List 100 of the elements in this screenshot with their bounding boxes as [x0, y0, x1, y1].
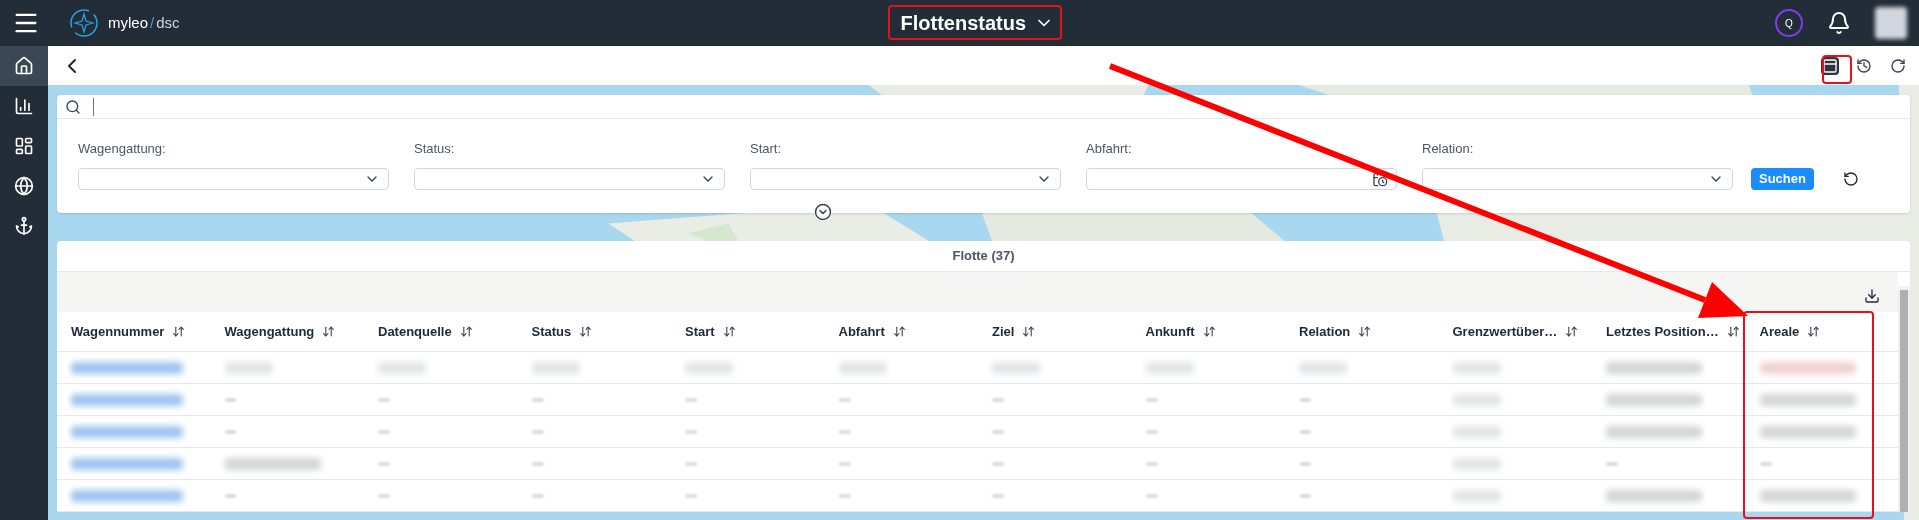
globe-icon: [14, 176, 34, 196]
avatar[interactable]: [1875, 7, 1907, 39]
brand-name: myleo: [108, 12, 148, 33]
redacted-text: [1145, 461, 1158, 466]
column-header[interactable]: Ziel: [992, 321, 1015, 342]
brand-separator: /: [150, 12, 155, 33]
bell-icon[interactable]: [1827, 11, 1851, 35]
redacted-text: [378, 397, 390, 402]
sort-icon[interactable]: [1726, 325, 1740, 338]
sort-icon[interactable]: [892, 325, 906, 338]
download-icon[interactable]: [1864, 288, 1880, 304]
sort-icon[interactable]: [459, 325, 473, 338]
redacted-text: [685, 397, 697, 402]
calendar-icon: [1372, 170, 1388, 187]
redacted-text: [1145, 429, 1158, 434]
redacted-text: [1299, 461, 1311, 466]
redacted-text: [1606, 461, 1618, 466]
redacted-text: [838, 361, 887, 374]
filter-label: Start:: [750, 140, 783, 158]
redacted-text: [685, 361, 733, 374]
brand-suffix: dsc: [156, 12, 180, 33]
column-header[interactable]: Areale: [1759, 321, 1800, 342]
select-field[interactable]: [78, 167, 389, 190]
date-field[interactable]: [1086, 167, 1397, 190]
redacted-text: [685, 429, 697, 434]
sort-icon[interactable]: [322, 325, 336, 338]
redacted-text: [378, 361, 426, 374]
redacted-text: [838, 429, 851, 434]
redacted-text: [1452, 393, 1501, 406]
column-header[interactable]: Abfahrt: [838, 321, 885, 342]
search-icon: [65, 98, 81, 115]
filter-label: Status:: [414, 140, 456, 158]
redacted-text: [378, 429, 390, 434]
sort-icon[interactable]: [722, 325, 736, 338]
redacted-text: [1299, 361, 1347, 374]
column-header[interactable]: Letztes Position…: [1606, 321, 1719, 342]
column-header[interactable]: Start: [685, 321, 715, 342]
filter-label: Wagengattung:: [78, 140, 167, 158]
column-header[interactable]: Grenzwertüber…: [1452, 321, 1558, 342]
history-icon[interactable]: [1855, 56, 1873, 75]
redacted-text: [838, 397, 851, 402]
redacted-text: [992, 397, 1004, 402]
redacted-text: [992, 429, 1004, 434]
redacted-text: [378, 493, 390, 498]
select-field[interactable]: [750, 167, 1061, 190]
redacted-text: [1452, 425, 1501, 438]
user-badge[interactable]: Q: [1775, 9, 1803, 37]
reset-icon[interactable]: [1842, 170, 1859, 187]
sort-icon[interactable]: [1358, 325, 1372, 338]
select-field[interactable]: [414, 167, 725, 190]
sort-icon[interactable]: [1807, 325, 1821, 338]
column-header[interactable]: Wagennummer: [71, 321, 165, 342]
redacted-text: [531, 397, 544, 402]
redacted-text: [531, 493, 544, 498]
scrollbar[interactable]: [1898, 286, 1910, 512]
redacted-text: [1145, 361, 1194, 374]
redacted-text: [1759, 461, 1772, 466]
sort-icon[interactable]: [1202, 325, 1216, 338]
anchor-icon: [14, 216, 34, 236]
chart-icon: [14, 96, 34, 116]
redacted-text: [1145, 493, 1158, 498]
dashboard-icon: [14, 136, 34, 156]
select-field[interactable]: [1422, 167, 1733, 190]
home-icon: [14, 56, 34, 76]
redacted-text: [1299, 397, 1311, 402]
sort-icon[interactable]: [1022, 325, 1036, 338]
redacted-text: [685, 493, 697, 498]
redacted-text: [224, 397, 237, 402]
logo-icon: [68, 7, 100, 39]
redacted-text: [531, 429, 544, 434]
column-header[interactable]: Relation: [1299, 321, 1351, 342]
column-header[interactable]: Status: [531, 321, 572, 342]
redacted-text: [992, 461, 1004, 466]
redacted-text: [531, 361, 580, 374]
redacted-text: [1452, 457, 1501, 470]
redacted-text: [378, 461, 390, 466]
column-header[interactable]: Wagengattung: [224, 321, 315, 342]
redacted-text: [1452, 489, 1501, 502]
redacted-text: [224, 493, 237, 498]
filter-label: Relation:: [1422, 140, 1475, 158]
redacted-text: [838, 493, 851, 498]
column-header[interactable]: Ankunft: [1145, 321, 1195, 342]
redacted-text: [838, 461, 851, 466]
sort-icon[interactable]: [1565, 325, 1579, 338]
redacted-text: [1299, 493, 1311, 498]
redacted-text: [685, 461, 697, 466]
sort-icon[interactable]: [579, 325, 593, 338]
expand-icon[interactable]: [814, 203, 832, 221]
redacted-text: [531, 461, 544, 466]
sort-icon[interactable]: [172, 325, 186, 338]
redacted-text: [1299, 429, 1311, 434]
column-header[interactable]: Datenquelle: [378, 321, 452, 342]
highlight-frame: [1822, 55, 1852, 84]
redacted-text: [992, 493, 1004, 498]
filter-label: Abfahrt:: [1086, 140, 1133, 158]
sidebar-item[interactable]: [0, 46, 48, 86]
redacted-text: [224, 429, 237, 434]
page-title-dropdown[interactable]: Flottenstatus: [900, 8, 1055, 38]
redacted-text: [224, 361, 273, 374]
refresh-icon[interactable]: [1889, 56, 1907, 75]
